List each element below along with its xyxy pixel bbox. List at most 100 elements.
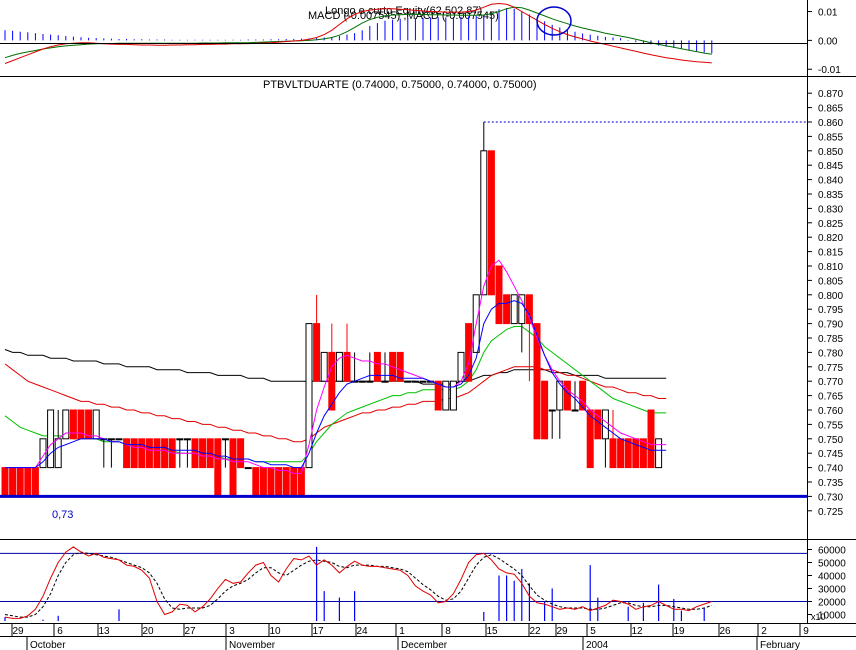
price-tick-label: 0.830 xyxy=(818,204,843,215)
date-day-label: 19 xyxy=(673,626,685,637)
candle-body xyxy=(85,409,93,440)
candle-body xyxy=(16,467,24,497)
price-tick-label: 0.820 xyxy=(818,233,843,244)
date-day-label: 12 xyxy=(631,626,643,637)
price-tick-label: 0.810 xyxy=(818,262,843,273)
candle-body xyxy=(259,467,267,497)
price-tick-label: 0.805 xyxy=(818,276,843,287)
osc-tick-label: 40000 xyxy=(818,572,846,583)
macd-tick-label: 0.00 xyxy=(818,36,838,47)
candle-body xyxy=(275,467,283,497)
date-month-label: 2004 xyxy=(586,640,609,650)
candle-body xyxy=(358,380,366,383)
date-day-label: 24 xyxy=(356,626,368,637)
candle-body xyxy=(31,467,39,497)
price-tick-label: 0.840 xyxy=(818,176,843,187)
price-tick-label: 0.855 xyxy=(818,132,843,143)
candle-body xyxy=(396,351,404,382)
candle-body xyxy=(176,438,184,441)
price-tick-label: 0.730 xyxy=(818,492,843,503)
date-day-label: 8 xyxy=(445,626,451,637)
price-title: PTBVLTDUARTE (0.74000, 0.75000, 0.74000,… xyxy=(263,79,537,91)
candle-body xyxy=(115,438,123,441)
candle-body xyxy=(47,409,55,469)
candle-body xyxy=(404,380,412,383)
osc-tick-label: 30000 xyxy=(818,585,846,596)
price-tick-label: 0.735 xyxy=(818,478,843,489)
candle-body xyxy=(586,409,594,469)
price-tick-label: 0.815 xyxy=(818,248,843,259)
price-tick-label: 0.845 xyxy=(818,161,843,172)
date-day-label: 6 xyxy=(57,626,63,637)
date-day-label: 27 xyxy=(184,626,196,637)
date-day-label: 17 xyxy=(312,626,324,637)
candle-body xyxy=(130,438,138,469)
candle-body xyxy=(579,380,587,411)
candle-body xyxy=(571,409,579,412)
candle-body xyxy=(244,467,252,470)
candle-body xyxy=(381,380,389,383)
price-tick-label: 0.825 xyxy=(818,219,843,230)
price-tick-label: 0.750 xyxy=(818,435,843,446)
candle-body xyxy=(617,438,625,469)
macd-tick-label: -0.01 xyxy=(818,65,841,76)
date-day-label: 29 xyxy=(556,626,568,637)
price-tick-label: 0.740 xyxy=(818,464,843,475)
candle-body xyxy=(373,351,381,382)
candle-body xyxy=(548,409,556,412)
price-tick-label: 0.795 xyxy=(818,305,843,316)
candle-body xyxy=(419,380,427,383)
date-month-label: November xyxy=(229,640,276,650)
date-day-label: 2 xyxy=(761,626,767,637)
price-tick-label: 0.775 xyxy=(818,363,843,374)
date-day-label: 1 xyxy=(399,626,405,637)
candle-body xyxy=(92,409,100,440)
candle-body xyxy=(9,467,17,497)
price-tick-label: 0.770 xyxy=(818,377,843,388)
candle-body xyxy=(161,438,169,469)
candle-body xyxy=(639,438,647,469)
candle-body xyxy=(343,351,351,382)
candle-body xyxy=(411,380,419,383)
date-day-label: 29 xyxy=(12,626,24,637)
price-tick-label: 0.790 xyxy=(818,320,843,331)
candle-body xyxy=(434,380,442,411)
candle-body xyxy=(518,294,526,325)
date-month-label: December xyxy=(401,640,448,650)
candle-body xyxy=(313,323,321,382)
date-day-label: 13 xyxy=(98,626,110,637)
date-day-label: 26 xyxy=(719,626,731,637)
candle-body xyxy=(282,467,290,497)
candle-body xyxy=(290,467,298,497)
candle-body xyxy=(647,409,655,469)
date-month-label: October xyxy=(30,640,66,650)
candle-body xyxy=(624,438,632,469)
candle-body xyxy=(183,438,191,441)
candle-body xyxy=(541,380,549,440)
candle-body xyxy=(503,294,511,325)
candle-body xyxy=(24,467,32,497)
candle-body xyxy=(601,409,609,440)
date-day-label: 5 xyxy=(590,626,596,637)
candle-body xyxy=(320,351,328,382)
price-tick-label: 0.725 xyxy=(818,507,843,518)
date-day-label: 15 xyxy=(486,626,498,637)
stock-chart: Longo e curto Equity(62,502.87) MACD (-0… xyxy=(0,0,856,650)
candle-body xyxy=(229,438,237,497)
candle-body xyxy=(123,438,131,469)
candle-body xyxy=(510,294,518,325)
macd-title: MACD (-0.007545) ,MACD (-0.007545) xyxy=(308,10,499,22)
price-tick-label: 0.760 xyxy=(818,406,843,417)
candle-body xyxy=(153,438,161,469)
price-tick-label: 0.745 xyxy=(818,449,843,460)
candle-body xyxy=(487,150,495,296)
candle-body xyxy=(138,438,146,469)
candle-body xyxy=(107,438,115,441)
candle-body xyxy=(632,438,640,469)
candle-body xyxy=(655,438,663,469)
candle-body xyxy=(221,438,229,441)
candle-body xyxy=(214,438,222,497)
chart-background xyxy=(0,0,856,650)
candle-body xyxy=(267,467,275,497)
support-label: 0,73 xyxy=(52,509,73,521)
